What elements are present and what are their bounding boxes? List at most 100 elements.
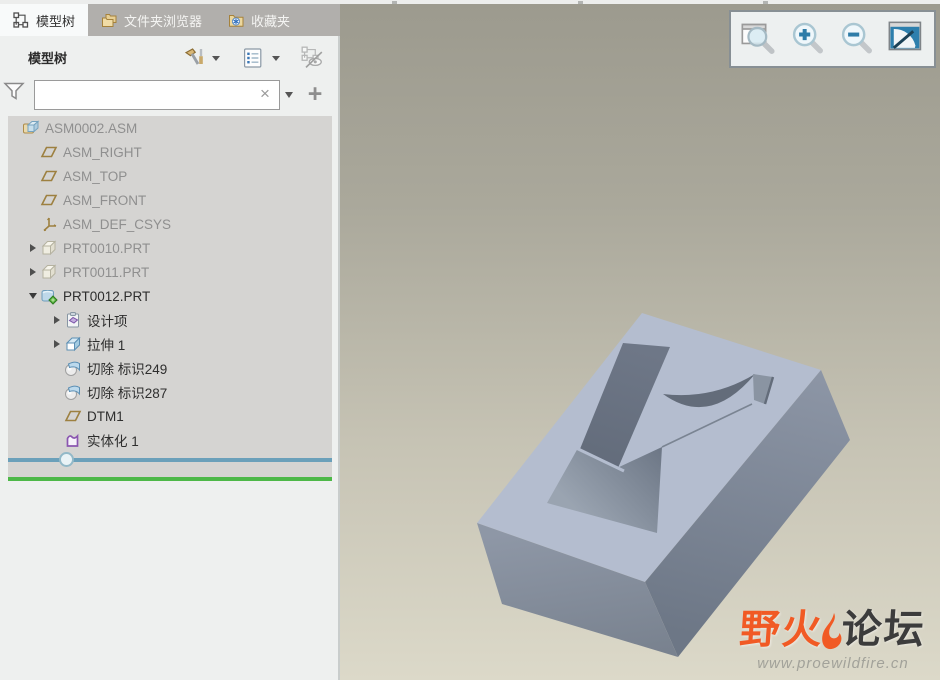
ruler-tick	[763, 1, 768, 4]
hammer-icon[interactable]	[183, 46, 207, 70]
tree-item-label: ASM_RIGHT	[63, 144, 142, 160]
tree-item-label: ASM0002.ASM	[45, 120, 138, 136]
view-zoom-toolbar	[729, 10, 936, 68]
cut-icon[interactable]	[64, 383, 82, 401]
tree-item[interactable]: 拉伸 1	[8, 332, 332, 356]
insert-locator-handle[interactable]	[59, 452, 74, 467]
insert-indicator-line	[8, 458, 332, 462]
watermark-brand: 野火 论坛	[738, 597, 927, 655]
datum-plane-icon[interactable]	[40, 191, 58, 209]
tree-item[interactable]: 切除 标识287	[8, 380, 332, 404]
assembly-icon[interactable]	[22, 119, 40, 137]
arrow-spacer	[26, 145, 40, 159]
datum-plane-icon[interactable]	[40, 167, 58, 185]
window-top-edge	[0, 0, 940, 4]
ruler-tick	[578, 1, 583, 4]
tree-item[interactable]: DTM1	[8, 404, 332, 428]
tools-dropdown-arrow-icon[interactable]	[212, 56, 220, 61]
model-tree-tab-icon	[13, 12, 29, 28]
arrow-spacer	[50, 361, 64, 375]
arrow-spacer	[50, 433, 64, 447]
tree-item-label: PRT0010.PRT	[63, 240, 151, 256]
list-settings-icon[interactable]	[241, 46, 265, 70]
watermark-brand-left: 野火	[738, 608, 826, 652]
tree-item-label: 设计项	[87, 314, 128, 329]
tree-item[interactable]: PRT0011.PRT	[8, 260, 332, 284]
arrow-spacer	[50, 409, 64, 423]
expand-arrow-icon[interactable]	[26, 265, 40, 279]
design-items-icon[interactable]	[64, 311, 82, 329]
tree-item-label: 切除 标识249	[87, 362, 168, 377]
zoom-out-button[interactable]	[834, 16, 880, 62]
filter-dropdown-arrow-icon[interactable]	[285, 92, 293, 98]
tab-model-tree[interactable]: 模型树	[0, 4, 89, 36]
part-icon[interactable]	[40, 263, 58, 281]
filter-funnel-icon	[3, 80, 25, 102]
tree-item[interactable]: 设计项	[8, 308, 332, 332]
arrow-spacer	[8, 121, 22, 135]
add-filter-button[interactable]: +	[302, 81, 328, 107]
tree-filter-input[interactable]	[34, 80, 280, 110]
collapse-arrow-icon[interactable]	[26, 289, 40, 303]
csys-icon[interactable]	[40, 215, 58, 233]
zoom-window-icon	[739, 19, 779, 59]
zoom-in-icon	[788, 19, 828, 59]
navigator-panel: 模型树 文件夹浏览器 收藏夹 模型树 × + ASM0002.ASM ASM_RI…	[0, 0, 340, 680]
extrude-icon[interactable]	[64, 335, 82, 353]
tree-end-line	[8, 477, 332, 481]
tree-item-label: 实体化 1	[87, 434, 139, 449]
zoom-window-button[interactable]	[736, 16, 782, 62]
active-part-icon[interactable]	[40, 287, 58, 305]
watermark: 野火 论坛 www.proewildfire.cn	[738, 597, 927, 672]
arrow-spacer	[50, 385, 64, 399]
arrow-spacer	[26, 169, 40, 183]
favorites-icon	[228, 12, 244, 28]
tree-item[interactable]: 实体化 1	[8, 428, 332, 452]
panel-title: 模型树	[28, 51, 68, 66]
tree-item-label: PRT0012.PRT	[63, 288, 151, 304]
expand-arrow-icon[interactable]	[50, 337, 64, 351]
tab-favorites[interactable]: 收藏夹	[215, 4, 303, 36]
tree-item-label: 拉伸 1	[87, 338, 126, 353]
part-icon[interactable]	[40, 239, 58, 257]
expand-arrow-icon[interactable]	[26, 241, 40, 255]
arrow-spacer	[26, 193, 40, 207]
tab-label: 文件夹浏览器	[124, 13, 203, 29]
zoom-out-icon	[837, 19, 877, 59]
zoom-in-button[interactable]	[785, 16, 831, 62]
tree-item[interactable]: ASM_TOP	[8, 164, 332, 188]
solidify-icon[interactable]	[64, 431, 82, 449]
3d-viewport[interactable]: 野火 论坛 www.proewildfire.cn	[340, 0, 940, 680]
tree-item[interactable]: PRT0012.PRT	[8, 284, 332, 308]
arrow-spacer	[26, 217, 40, 231]
tree-item-label: DTM1	[87, 408, 124, 424]
tab-label: 模型树	[36, 13, 76, 29]
tree-item[interactable]: ASM_RIGHT	[8, 140, 332, 164]
tab-label: 收藏夹	[251, 13, 291, 29]
tree-item-label: PRT0011.PRT	[63, 264, 150, 280]
tree-item-label: 切除 标识287	[87, 386, 168, 401]
model-tree: ASM0002.ASM ASM_RIGHT ASM_TOP ASM_FRONT ASM_…	[8, 116, 332, 477]
refit-button[interactable]	[883, 16, 929, 62]
datum-plane-icon[interactable]	[64, 407, 82, 425]
settings-dropdown-arrow-icon[interactable]	[272, 56, 280, 61]
tree-hide-icon[interactable]	[300, 45, 324, 69]
tree-item-label: ASM_FRONT	[63, 192, 147, 208]
folder-browser-icon	[101, 12, 117, 28]
clear-filter-icon[interactable]: ×	[256, 85, 274, 103]
ruler-tick	[392, 1, 397, 4]
expand-arrow-icon[interactable]	[50, 313, 64, 327]
tree-item[interactable]: ASM_DEF_CSYS	[8, 212, 332, 236]
cut-icon[interactable]	[64, 359, 82, 377]
3d-model-prt0012[interactable]	[340, 0, 940, 680]
tree-item-label: ASM_TOP	[63, 168, 128, 184]
creo-window: 模型树 文件夹浏览器 收藏夹 模型树 × + ASM0002.ASM ASM_RI…	[0, 0, 940, 680]
datum-plane-icon[interactable]	[40, 143, 58, 161]
tree-item[interactable]: ASM0002.ASM	[8, 116, 332, 140]
tree-item[interactable]: PRT0010.PRT	[8, 236, 332, 260]
tab-folder-browser[interactable]: 文件夹浏览器	[88, 4, 215, 36]
navigator-tab-bar: 模型树 文件夹浏览器 收藏夹	[0, 4, 340, 36]
tree-item-label: ASM_DEF_CSYS	[63, 216, 172, 232]
tree-item[interactable]: ASM_FRONT	[8, 188, 332, 212]
tree-item[interactable]: 切除 标识249	[8, 356, 332, 380]
